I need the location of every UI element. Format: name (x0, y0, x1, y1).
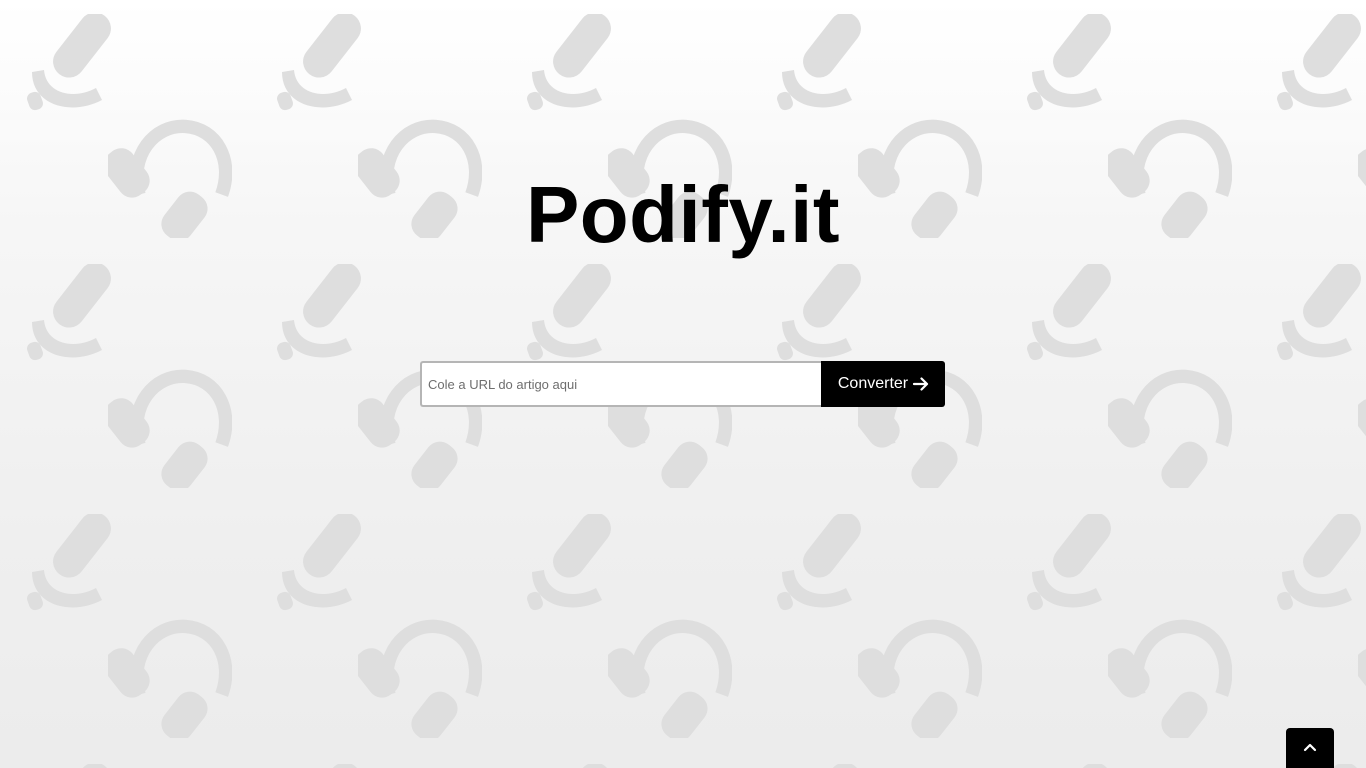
convert-form: Converter (420, 361, 945, 407)
arrow-right-icon (913, 377, 929, 391)
page-title: Podify.it (525, 170, 841, 259)
scroll-to-top-button[interactable] (1286, 728, 1334, 768)
convert-button[interactable]: Converter (821, 361, 945, 407)
convert-button-label: Converter (837, 375, 909, 392)
chevron-up-icon (1303, 743, 1317, 752)
url-input[interactable] (420, 361, 821, 407)
